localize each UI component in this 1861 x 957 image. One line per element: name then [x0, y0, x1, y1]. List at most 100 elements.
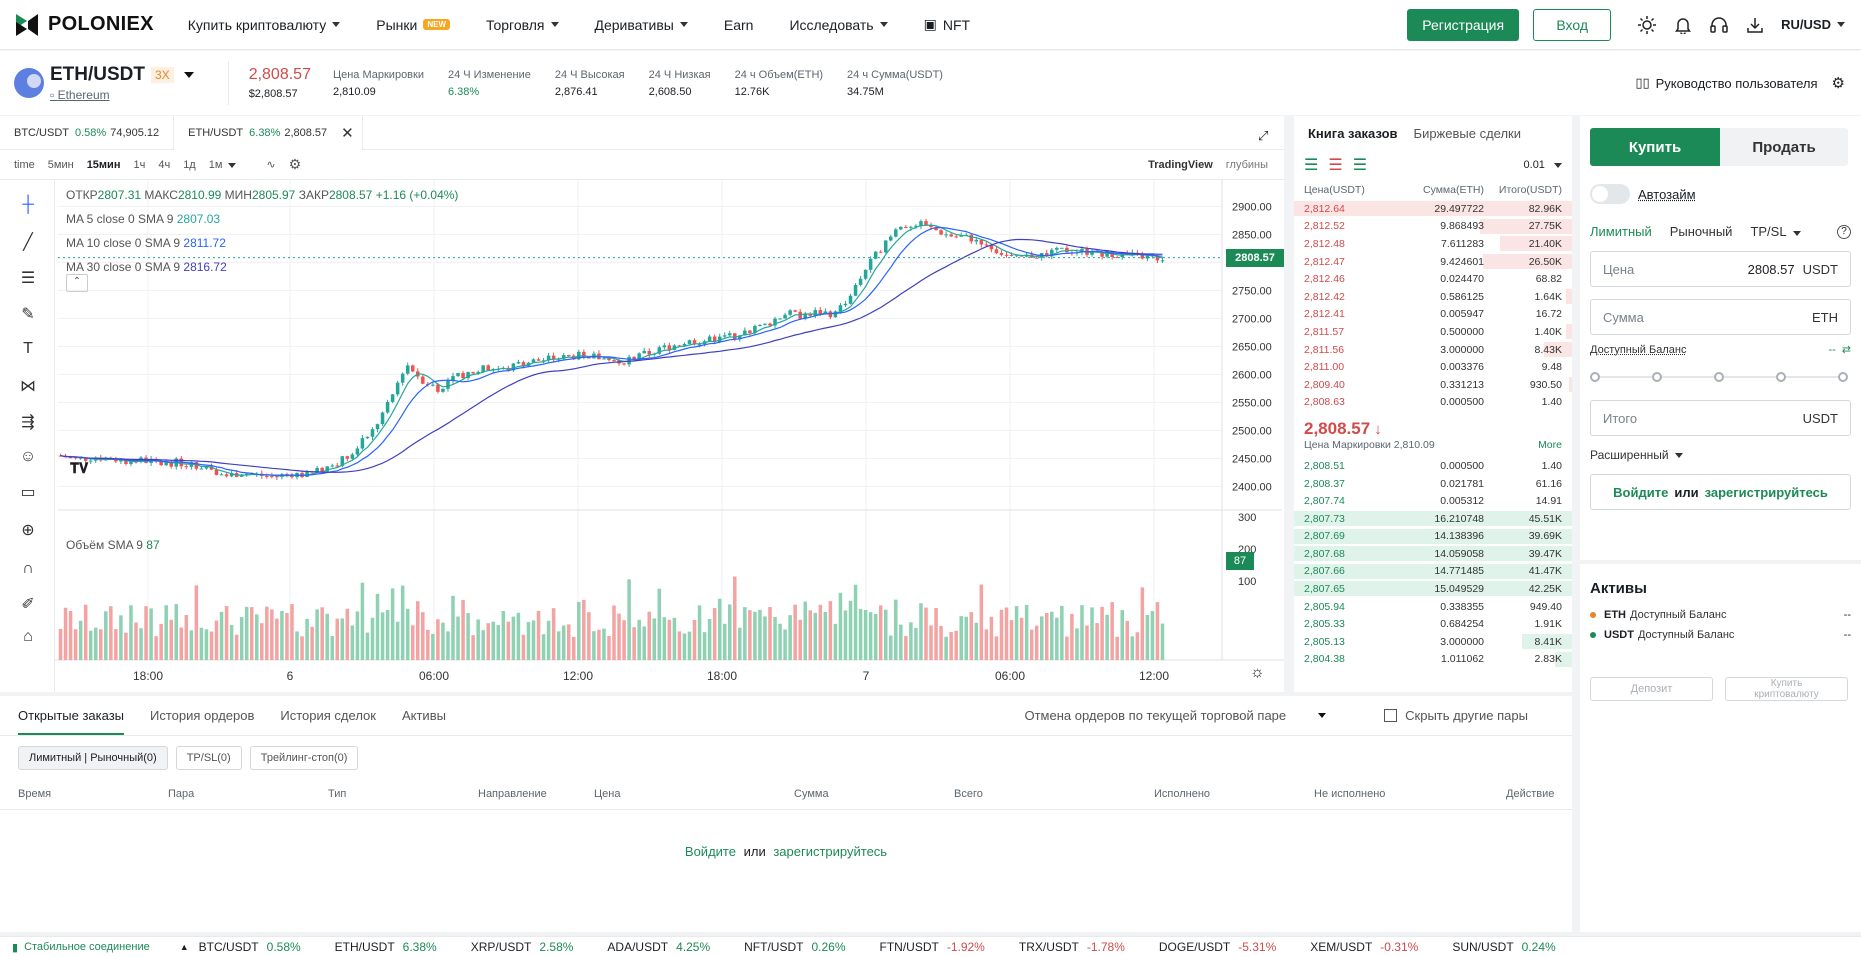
bid-row[interactable]: 2,808.37 0.021781 61.16 — [1294, 475, 1572, 493]
ask-row[interactable]: 2,812.64 29.497722 82.96K — [1294, 200, 1572, 218]
nav-item-1[interactable]: Рынки NEW — [376, 17, 451, 33]
ask-row[interactable]: 2,811.00 0.003376 9.48 — [1294, 358, 1572, 376]
ask-row[interactable]: 2,812.42 0.586125 1.64K — [1294, 288, 1572, 306]
headset-icon[interactable] — [1701, 13, 1737, 37]
ask-row[interactable]: 2,809.40 0.331213 930.50 — [1294, 376, 1572, 394]
nav-item-6[interactable]: ▣ NFT — [924, 16, 970, 33]
fullscreen-icon[interactable]: ⤢ — [1258, 128, 1268, 144]
autoborrow-toggle[interactable] — [1590, 184, 1630, 204]
more-link[interactable]: More — [1538, 439, 1562, 451]
chart-theme-icon[interactable]: ☼ — [1250, 664, 1265, 682]
depth-tab[interactable]: глубины — [1226, 159, 1268, 171]
register-link[interactable]: зарегистрируйтесь — [1705, 485, 1828, 500]
ticker-item[interactable]: XRP/USDT 2.58% — [471, 940, 574, 954]
order-type-tpsl[interactable]: TP/SL — [1750, 224, 1801, 239]
price-chart[interactable]: ┼╱☰✎T⋈⇶☺▭⊕∩✐⌂ 2900.002850.002800.002750.… — [0, 128, 1284, 692]
bid-row[interactable]: 2,807.66 14.771485 41.47K — [1294, 563, 1572, 581]
nav-item-3[interactable]: Деривативы — [595, 17, 688, 33]
register-button[interactable]: Регистрация — [1407, 8, 1520, 41]
total-field[interactable]: Итого USDT — [1590, 400, 1851, 436]
bid-row[interactable]: 2,808.51 0.000500 1.40 — [1294, 457, 1572, 475]
tab-market-trades[interactable]: Биржевые сделки — [1414, 126, 1521, 141]
ask-row[interactable]: 2,812.52 9.868493 27.75K — [1294, 218, 1572, 236]
slider-step[interactable] — [1714, 372, 1724, 382]
tab-open-orders[interactable]: Открытые заказы — [18, 708, 125, 735]
interval-15мин[interactable]: 15мин — [87, 159, 121, 171]
order-type-limit[interactable]: Лимитный — [1590, 224, 1652, 239]
interval-1д[interactable]: 1д — [183, 159, 196, 171]
ask-row[interactable]: 2,811.56 3.000000 8.43K — [1294, 341, 1572, 359]
bid-row[interactable]: 2,805.94 0.338355 949.40 — [1294, 598, 1572, 616]
nav-item-5[interactable]: Исследовать — [789, 17, 888, 33]
pair-selector[interactable]: ETH/USDT 3X — [50, 64, 194, 86]
bid-row[interactable]: 2,807.68 14.059058 39.47K — [1294, 545, 1572, 563]
sell-tab[interactable]: Продать — [1720, 128, 1848, 166]
login-button[interactable]: Вход — [1533, 8, 1612, 41]
brand-logo[interactable]: POLONIEX — [14, 12, 154, 38]
interval-1ч[interactable]: 1ч — [133, 159, 145, 171]
interval-4ч[interactable]: 4ч — [158, 159, 170, 171]
view-both-icon[interactable]: ☰ — [1304, 155, 1318, 175]
transfer-icon[interactable]: ⇄ — [1842, 343, 1851, 356]
nav-item-4[interactable]: Earn — [724, 17, 754, 33]
close-icon[interactable]: ✕ — [341, 124, 354, 142]
slider-step[interactable] — [1590, 372, 1600, 382]
ticker-item[interactable]: SUN/USDT 0.24% — [1452, 940, 1555, 954]
ticker-item[interactable]: XEM/USDT -0.31% — [1310, 940, 1418, 954]
ticker-item[interactable]: TRX/USDT -1.78% — [1019, 940, 1125, 954]
user-guide-link[interactable]: ▯▯ Руководство пользователя ⚙ — [1635, 74, 1845, 92]
settings-icon[interactable]: ⚙ — [1832, 74, 1845, 92]
help-icon[interactable]: ? — [1837, 224, 1851, 239]
price-field[interactable]: Цена 2808.57 USDT — [1590, 251, 1851, 287]
deposit-button[interactable]: Депозит — [1590, 677, 1713, 701]
bid-row[interactable]: 2,807.65 15.049529 42.25K — [1294, 580, 1572, 598]
amount-field[interactable]: Сумма ETH — [1590, 299, 1851, 335]
tradingview-tab[interactable]: TradingView — [1148, 159, 1213, 171]
order-filter-chip-1[interactable]: TP/SL(0) — [175, 746, 242, 770]
slider-step[interactable] — [1838, 372, 1848, 382]
order-filter-chip-0[interactable]: Лимитный | Рыночный(0) — [18, 746, 168, 770]
slider-step[interactable] — [1776, 372, 1786, 382]
tab-order-history[interactable]: История ордеров — [150, 708, 254, 723]
buy-crypto-button[interactable]: Купить криптовалюту — [1725, 677, 1848, 701]
interval-5мин[interactable]: 5мин — [48, 159, 74, 171]
collapse-legend-button[interactable]: ⌃ — [66, 274, 88, 292]
ask-row[interactable]: 2,811.57 0.500000 1.40K — [1294, 323, 1572, 341]
precision-select[interactable]: 0.01 — [1524, 159, 1562, 171]
ask-row[interactable]: 2,812.48 7.611283 21.40K — [1294, 235, 1572, 253]
download-icon[interactable] — [1737, 13, 1773, 37]
advanced-toggle[interactable]: Расширенный — [1590, 448, 1851, 462]
bid-row[interactable]: 2,805.13 3.000000 8.41K — [1294, 633, 1572, 651]
bid-row[interactable]: 2,807.69 14.138396 39.69K — [1294, 528, 1572, 546]
ticker-item[interactable]: ADA/USDT 4.25% — [607, 940, 710, 954]
ticker-item[interactable]: BTC/USDT 0.58% — [199, 940, 301, 954]
tab-order-book[interactable]: Книга заказов — [1308, 126, 1398, 141]
chart-tab-btc-usdt[interactable]: BTC/USDT 0.58% 74,905.12 — [0, 115, 175, 150]
order-type-market[interactable]: Рыночный — [1670, 224, 1733, 239]
ticker-item[interactable]: FTN/USDT -1.92% — [880, 940, 985, 954]
ask-row[interactable]: 2,812.46 0.024470 68.82 — [1294, 270, 1572, 288]
bid-row[interactable]: 2,807.73 16.210748 45.51K — [1294, 510, 1572, 528]
ask-row[interactable]: 2,808.63 0.000500 1.40 — [1294, 394, 1572, 412]
ask-row[interactable]: 2,812.41 0.005947 16.72 — [1294, 306, 1572, 324]
bell-icon[interactable] — [1665, 13, 1701, 37]
tab-assets[interactable]: Активы — [402, 708, 446, 723]
amount-slider[interactable] — [1590, 370, 1851, 384]
indicator-icon[interactable]: ∿ — [266, 158, 275, 171]
buy-tab[interactable]: Купить — [1590, 128, 1720, 166]
theme-toggle-icon[interactable] — [1629, 13, 1665, 37]
nav-item-0[interactable]: Купить криптовалюту — [188, 17, 341, 33]
ask-row[interactable]: 2,812.47 9.424601 26.50K — [1294, 253, 1572, 271]
interval-1м[interactable]: 1м — [209, 159, 250, 171]
nav-item-2[interactable]: Торговля — [486, 17, 559, 33]
hide-other-pairs[interactable]: Скрыть другие пары — [1384, 708, 1554, 723]
coin-name-link[interactable]: ▫ Ethereum — [50, 88, 194, 102]
expand-ticker-icon[interactable]: ▲ — [180, 942, 189, 952]
checkbox[interactable] — [1384, 709, 1398, 722]
orders-login-link[interactable]: Войдите — [685, 844, 736, 859]
view-bids-icon[interactable]: ☰ — [1353, 155, 1367, 175]
interval-time[interactable]: time — [14, 159, 35, 171]
chart-settings-icon[interactable]: ⚙ — [289, 156, 302, 173]
bid-row[interactable]: 2,804.38 1.011062 2.83K — [1294, 651, 1572, 669]
ticker-item[interactable]: ETH/USDT 6.38% — [335, 940, 437, 954]
